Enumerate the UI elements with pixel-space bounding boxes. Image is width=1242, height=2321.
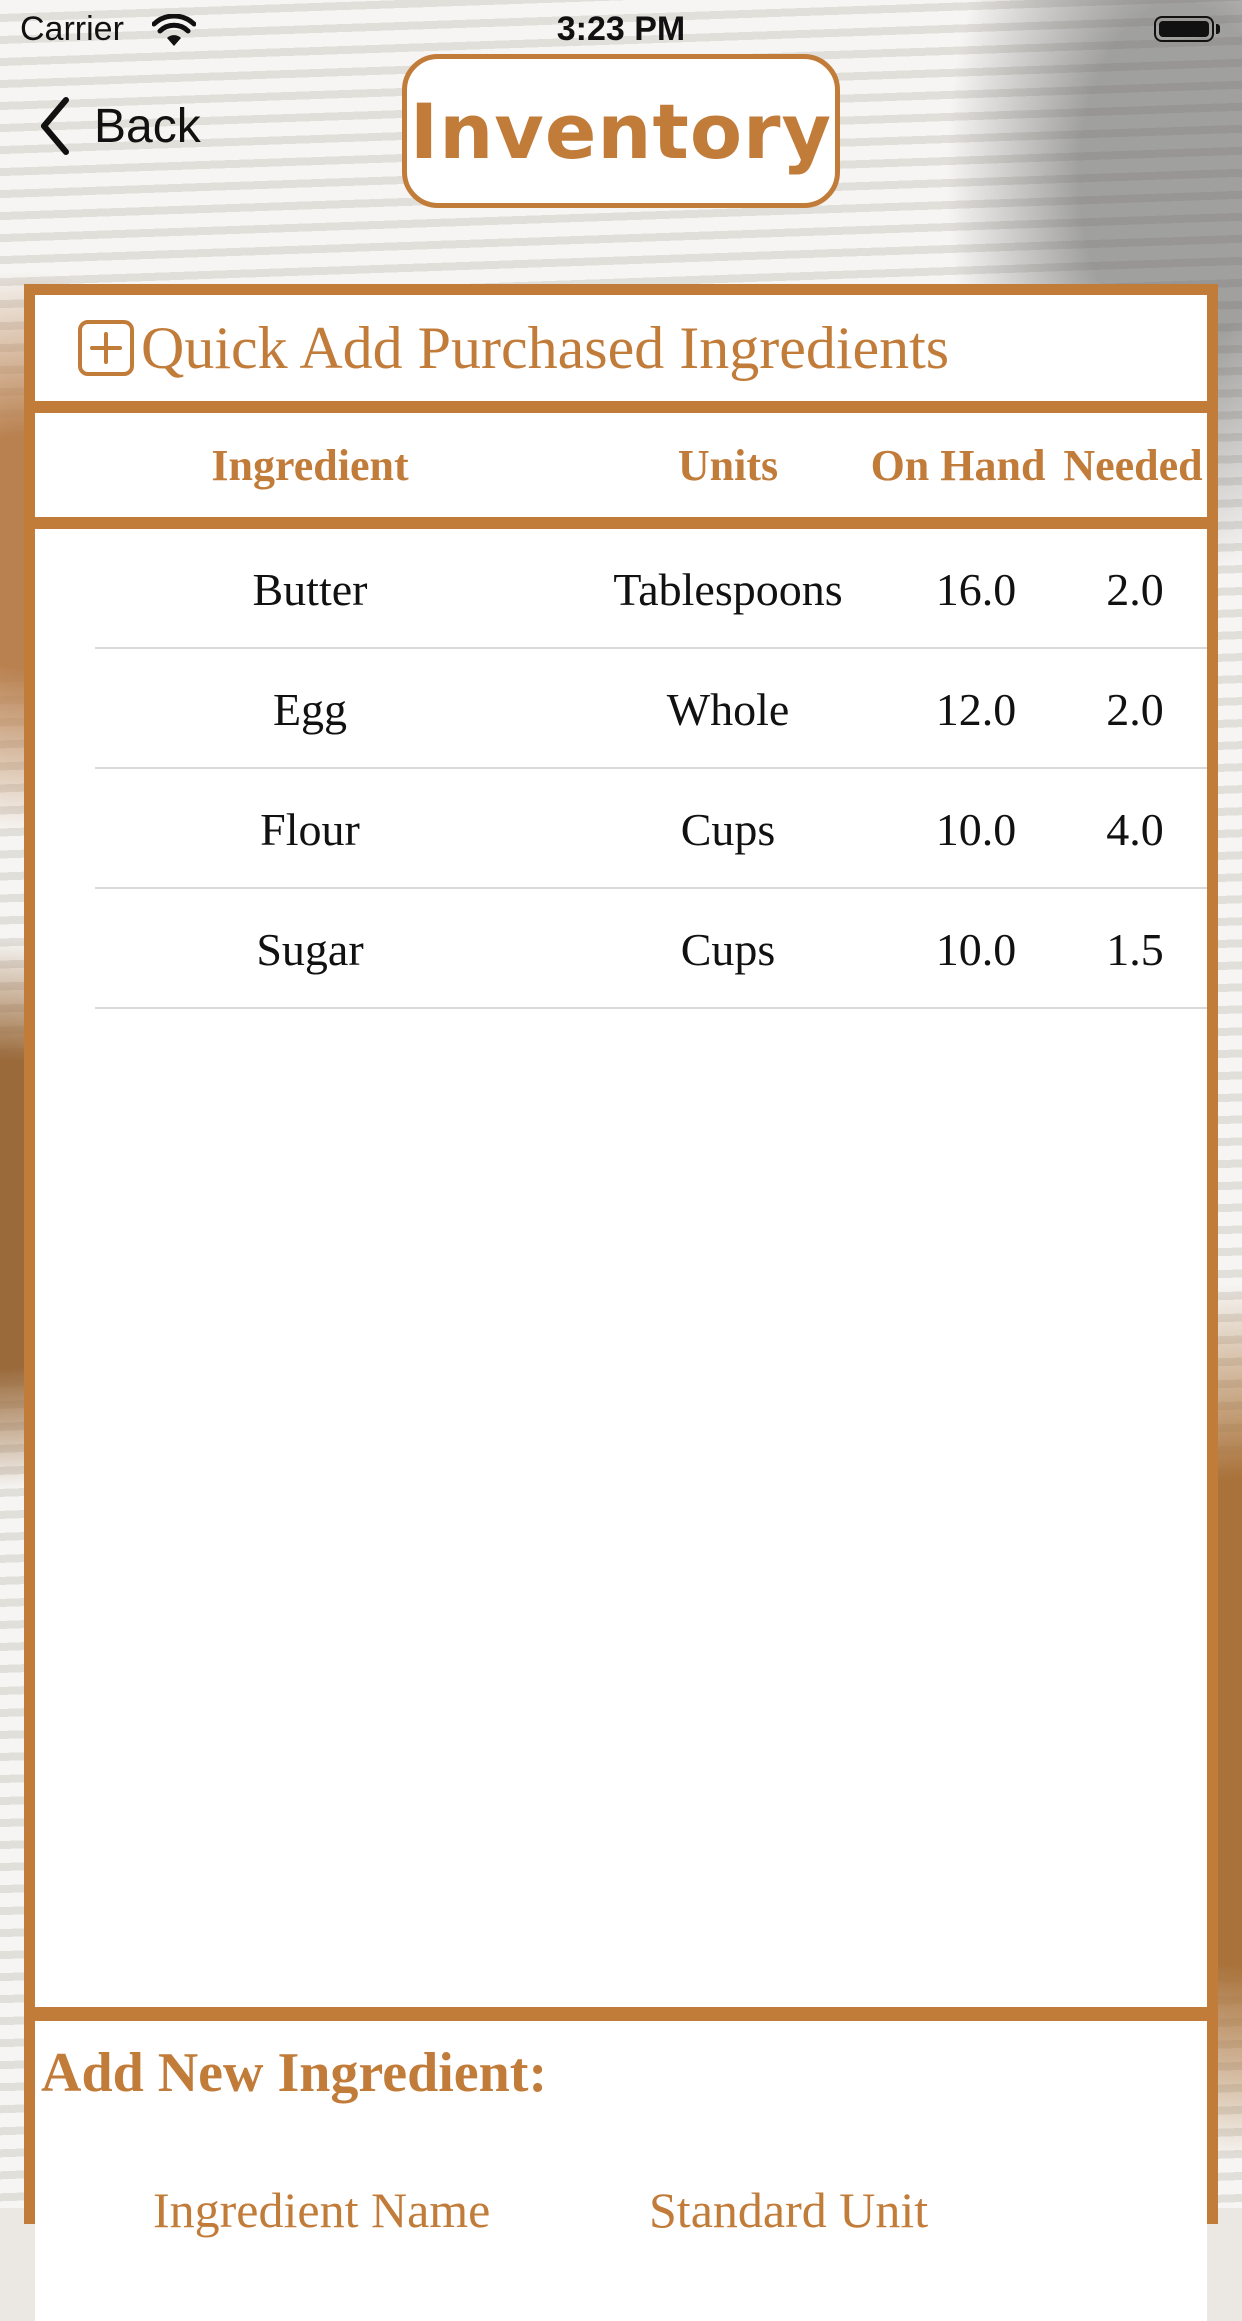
add-ingredient-title: Add New Ingredient:: [41, 2042, 548, 2104]
page-title-badge: Inventory: [402, 54, 840, 208]
cell-ingredient: Flour: [260, 803, 360, 855]
cell-needed: 2.0: [1106, 683, 1164, 735]
quick-add-label: Quick Add Purchased Ingredients: [141, 314, 950, 381]
cell-ingredient: Butter: [252, 563, 368, 615]
table-row[interactable]: Egg Whole 12.0 2.0: [35, 649, 1207, 769]
row-separator: [95, 1007, 1207, 1009]
chevron-left-icon: [41, 97, 69, 155]
table-row[interactable]: Flour Cups 10.0 4.0: [35, 769, 1207, 889]
back-button[interactable]: Back: [38, 94, 201, 158]
cell-ingredient: Egg: [272, 683, 348, 735]
header-ingredient: Ingredient: [211, 440, 409, 490]
quick-add-button[interactable]: Quick Add Purchased Ingredients: [35, 295, 1207, 401]
battery-icon: [1154, 16, 1214, 42]
cell-needed: 4.0: [1106, 803, 1164, 855]
cell-ingredient: Sugar: [256, 923, 364, 975]
ingredient-table[interactable]: Butter Tablespoons 16.0 2.0 Egg Whole 12…: [35, 529, 1207, 2007]
back-label: Back: [94, 99, 201, 153]
page-title: Inventory: [409, 86, 833, 176]
cell-needed: 1.5: [1106, 923, 1164, 975]
table-header: Ingredient Units On Hand Needed: [35, 413, 1207, 517]
header-needed: Needed: [1063, 440, 1203, 490]
table-row[interactable]: Butter Tablespoons 16.0 2.0: [35, 529, 1207, 649]
header-on-hand: On Hand: [870, 440, 1046, 490]
battery-cap: [1216, 24, 1220, 34]
inventory-panel: Quick Add Purchased Ingredients Ingredie…: [24, 284, 1218, 2321]
status-time: 3:23 PM: [556, 10, 686, 48]
ingredient-name-label: Ingredient Name: [153, 2182, 491, 2238]
add-ingredient-section: Add New Ingredient: Ingredient Name Stan…: [35, 2021, 1207, 2321]
standard-unit-label: Standard Unit: [649, 2182, 929, 2238]
table-row[interactable]: Sugar Cups 10.0 1.5: [35, 889, 1207, 1009]
plus-square-icon: [78, 320, 134, 376]
status-bar: Carrier 3:23 PM: [0, 0, 1242, 60]
cell-needed: 2.0: [1106, 563, 1164, 615]
